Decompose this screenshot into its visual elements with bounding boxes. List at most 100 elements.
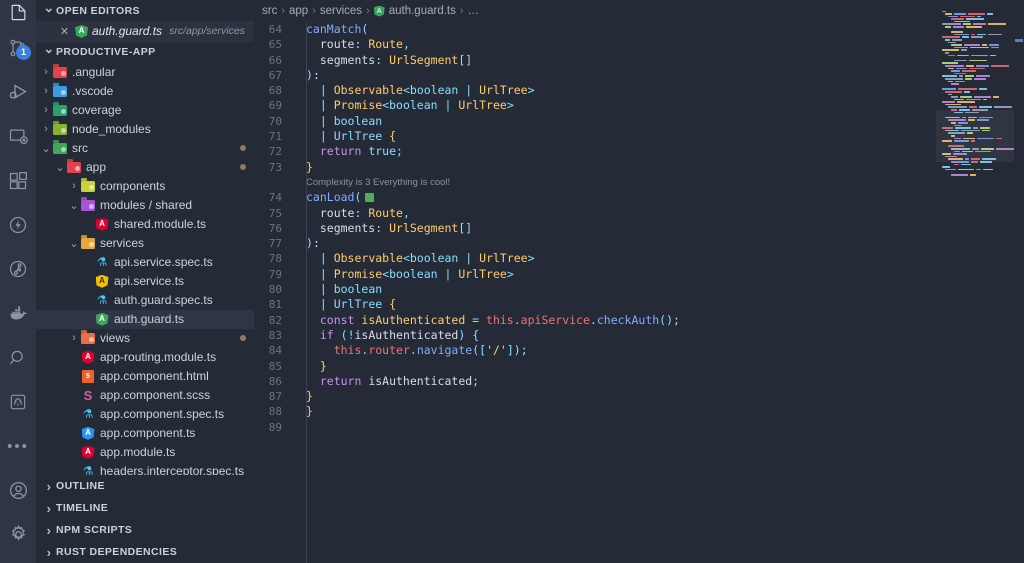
chevron-down-icon[interactable]: ⌄ [54,161,66,174]
open-editors-header[interactable]: OPEN EDITORS [36,0,254,21]
chevron-right-icon[interactable]: › [40,85,52,97]
git-graph-icon[interactable] [0,247,36,291]
tree-file-row[interactable]: Aapi.service.ts [36,272,254,291]
file-tree: › .angular › .vscode › coverage › node_modules ⌄… [36,63,254,475]
minimap[interactable] [936,0,1014,563]
code-line[interactable]: 74 canLoad( [254,190,1024,205]
overview-ruler[interactable] [1014,0,1024,563]
code-line[interactable]: 82 const isAuthenticated = this.apiServi… [254,313,1024,328]
project-folder-header[interactable]: PRODUCTIVE-APP [36,42,254,63]
tree-file-row[interactable]: 5 app.component.html [36,367,254,386]
source-control-icon[interactable]: 1 [0,26,36,70]
tree-folder-row[interactable]: ⌄ app [36,158,254,177]
code-line[interactable]: 73} [254,160,1024,175]
remote-explorer-icon[interactable] [0,114,36,158]
tree-file-row[interactable]: Aauth.guard.ts [36,309,254,329]
breadcrumb[interactable]: src › app › services › Aauth.guard.ts ›… [254,0,1024,22]
vscode-window: 1 ••• ⌄ OPEN EDITORS ✕ A auth.guard.ts s… [0,0,1024,563]
code-line[interactable]: 64 canMatch( [254,22,1024,37]
settings-gear-icon[interactable] [0,513,36,557]
code-line[interactable]: 84 this.router.navigate(['/']); [254,343,1024,358]
tree-folder-row[interactable]: › .vscode [36,82,254,101]
breadcrumb-segment[interactable]: … [468,5,480,17]
tree-folder-row[interactable]: › .angular [36,63,254,82]
tree-item-label: modules / shared [100,198,193,213]
docker-icon[interactable] [0,291,36,335]
tree-folder-row[interactable]: › components [36,177,254,196]
chevron-down-icon[interactable]: ⌄ [68,237,80,250]
chevron-down-icon[interactable]: ⌄ [40,142,52,155]
outline-section-header[interactable]: OUTLINE [36,475,254,497]
tree-folder-row[interactable]: › views [36,329,254,348]
search-icon[interactable] [0,336,36,380]
extensions-icon[interactable] [0,159,36,203]
code-line[interactable]: 66 segments: UrlSegment[] [254,53,1024,68]
chevron-right-icon[interactable]: › [40,104,52,116]
tree-item-label: auth.guard.ts [114,312,185,327]
tree-file-row[interactable]: ⚗ headers.interceptor.spec.ts [36,462,254,475]
database-icon[interactable] [0,380,36,424]
breadcrumb-segment[interactable]: services [320,5,362,17]
tree-folder-row[interactable]: ⌄ modules / shared [36,196,254,215]
code-line[interactable]: 75 route: Route, [254,206,1024,221]
more-actions-icon[interactable]: ••• [0,424,36,468]
code-line[interactable]: 77): [254,236,1024,251]
tree-folder-row[interactable]: ⌄ src [36,139,254,158]
npm-scripts-section-header[interactable]: NPM SCRIPTS [36,519,254,541]
code-line[interactable]: 71 | UrlTree { [254,129,1024,144]
code-token: > [527,83,535,98]
code-token: > [527,251,535,266]
tree-file-row[interactable]: ⚗ app.component.spec.ts [36,405,254,424]
sidebar-bottom-sections: OUTLINE TIMELINE NPM SCRIPTS RUST DEPEND… [36,475,254,563]
breadcrumb-segment[interactable]: app [289,5,308,17]
tree-file-row[interactable]: Sapp.component.scss [36,386,254,405]
tree-file-row[interactable]: Aapp.component.ts [36,424,254,443]
chevron-right-icon[interactable]: › [68,180,80,192]
breadcrumb-segment[interactable]: src [262,5,277,17]
chevron-right-icon[interactable]: › [40,66,52,78]
chevron-right-icon[interactable]: › [68,332,80,344]
tree-file-row[interactable]: Aapp-routing.module.ts [36,348,254,367]
code-line[interactable]: 83 if (!isAuthenticated) { [254,328,1024,343]
breadcrumb-segment[interactable]: auth.guard.ts [389,5,456,17]
timeline-title: TIMELINE [56,502,109,514]
code-line[interactable]: 68 | Observable<boolean | UrlTree> [254,83,1024,98]
code-line[interactable]: 89 [254,420,1024,435]
code-line[interactable]: 72 return true; [254,144,1024,159]
chevron-down-icon[interactable]: ⌄ [68,199,80,212]
code-editor[interactable]: 64 canMatch(65 route: Route, 66 segments: … [254,22,1024,563]
code-line[interactable]: 79 | Promise<boolean | UrlTree> [254,267,1024,282]
tree-file-row[interactable]: Aapp.module.ts [36,443,254,462]
code-line[interactable]: 67): [254,68,1024,83]
tree-file-row[interactable]: ⚗ api.service.spec.ts [36,253,254,272]
tree-file-row[interactable]: ⚗ auth.guard.spec.ts [36,291,254,310]
accounts-icon[interactable] [0,468,36,512]
tree-folder-row[interactable]: › node_modules [36,120,254,139]
open-editor-item-auth-guard[interactable]: ✕ A auth.guard.ts src/app/services [36,21,254,42]
code-line[interactable]: 80 | boolean [254,282,1024,297]
explorer-icon[interactable] [0,0,36,26]
tree-folder-row[interactable]: ⌄ services [36,234,254,253]
lightning-icon[interactable] [0,203,36,247]
code-token: canLoad [306,190,355,205]
run-and-debug-icon[interactable] [0,70,36,114]
code-line[interactable]: 85 } [254,359,1024,374]
angular-red-icon: A [94,216,110,232]
angular-red-icon: A [80,349,96,365]
rust-dependencies-section-header[interactable]: RUST DEPENDENCIES [36,541,254,563]
close-icon[interactable]: ✕ [58,25,71,38]
code-line[interactable]: 76 segments: UrlSegment[] [254,221,1024,236]
chevron-right-icon[interactable]: › [40,123,52,135]
tree-folder-row[interactable]: › coverage [36,101,254,120]
code-line[interactable]: 69 | Promise<boolean | UrlTree> [254,98,1024,113]
tree-file-row[interactable]: Ashared.module.ts [36,215,254,234]
code-line[interactable]: 81 | UrlTree { [254,297,1024,312]
timeline-section-header[interactable]: TIMELINE [36,497,254,519]
code-line[interactable]: 86 return isAuthenticated; [254,374,1024,389]
code-line[interactable]: 70 | boolean [254,114,1024,129]
code-line[interactable]: 78 | Observable<boolean | UrlTree> [254,251,1024,266]
code-line[interactable]: 65 route: Route, [254,37,1024,52]
code-line[interactable]: 88} [254,404,1024,419]
code-line-content: } [294,160,313,175]
code-line[interactable]: 87} [254,389,1024,404]
